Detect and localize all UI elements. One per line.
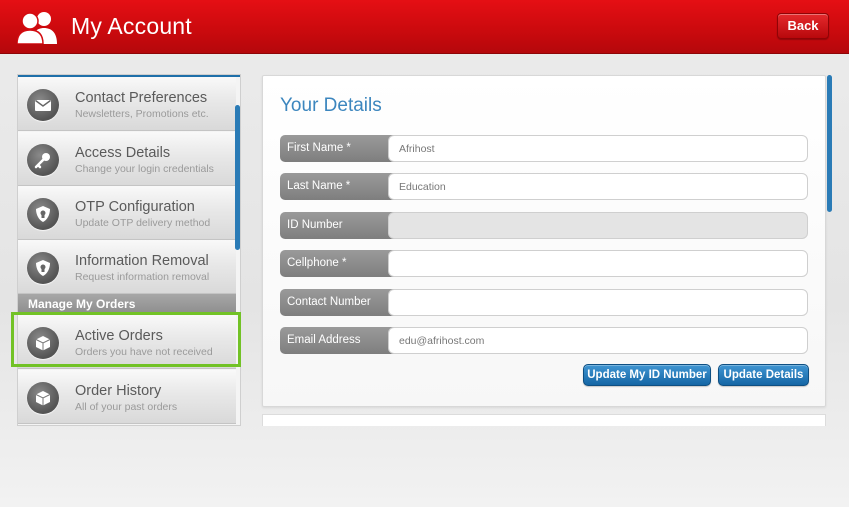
update-details-button[interactable]: Update Details <box>718 364 809 386</box>
sidebar-item-order-history[interactable]: Order History All of your past orders <box>18 370 236 424</box>
sidebar-item-label: Contact Preferences <box>75 90 208 106</box>
update-id-number-button[interactable]: Update My ID Number <box>583 364 711 386</box>
sidebar-item-label: Access Details <box>75 145 171 161</box>
last-name-label: Last Name * <box>280 173 406 200</box>
contact-number-label: Contact Number <box>280 289 406 316</box>
shield-icon <box>27 198 59 230</box>
key-icon <box>27 144 59 176</box>
sidebar-item-sublabel: All of your past orders <box>75 401 178 413</box>
last-name-row: Last Name * <box>280 173 808 200</box>
users-icon <box>17 12 57 44</box>
your-details-panel: Your Details First Name * Last Name * ID… <box>262 75 826 407</box>
back-button[interactable]: Back <box>777 13 829 39</box>
app-header: My Account Back <box>0 0 849 54</box>
cellphone-label: Cellphone * <box>280 250 406 277</box>
email-address-label: Email Address <box>280 327 406 354</box>
contact-number-row: Contact Number <box>280 289 808 316</box>
panel-title: Your Details <box>280 95 382 116</box>
sidebar-scrollbar[interactable] <box>235 105 240 250</box>
box-icon <box>27 382 59 414</box>
sidebar-item-otp-configuration[interactable]: OTP Configuration Update OTP delivery me… <box>18 186 236 240</box>
first-name-row: First Name * <box>280 135 808 162</box>
sidebar-item-sublabel: Newsletters, Promotions etc. <box>75 108 209 120</box>
first-name-label: First Name * <box>280 135 406 162</box>
sidebar-item-contact-preferences[interactable]: Contact Preferences Newsletters, Promoti… <box>18 77 236 131</box>
sidebar-item-label: Information Removal <box>75 253 209 269</box>
email-address-row: Email Address <box>280 327 808 354</box>
sidebar-item-sublabel: Change your login credentials <box>75 163 214 175</box>
id-number-row: ID Number <box>280 212 808 239</box>
sidebar-item-access-details[interactable]: Access Details Change your login credent… <box>18 132 236 186</box>
last-name-input[interactable] <box>388 173 808 200</box>
id-number-input <box>388 212 808 239</box>
active-orders-highlight <box>11 312 241 367</box>
main-scrollbar[interactable] <box>827 75 832 212</box>
id-number-label: ID Number <box>280 212 406 239</box>
sidebar-item-label: Order History <box>75 383 162 399</box>
contact-number-input[interactable] <box>388 289 808 316</box>
shield-icon <box>27 252 59 284</box>
envelope-icon <box>27 89 59 121</box>
section-label-manage-orders: Manage My Orders <box>18 294 236 314</box>
page-title: My Account <box>71 13 192 39</box>
sidebar-item-sublabel: Request information removal <box>75 271 210 283</box>
cellphone-row: Cellphone * <box>280 250 808 277</box>
sidebar-item-sublabel: Update OTP delivery method <box>75 217 211 229</box>
sidebar-item-label: OTP Configuration <box>75 199 195 215</box>
email-address-input[interactable] <box>388 327 808 354</box>
first-name-input[interactable] <box>388 135 808 162</box>
cellphone-input[interactable] <box>388 250 808 277</box>
secondary-panel <box>262 414 826 426</box>
account-sidebar: Contact Preferences Newsletters, Promoti… <box>17 74 241 426</box>
sidebar-item-information-removal[interactable]: Information Removal Request information … <box>18 240 236 294</box>
